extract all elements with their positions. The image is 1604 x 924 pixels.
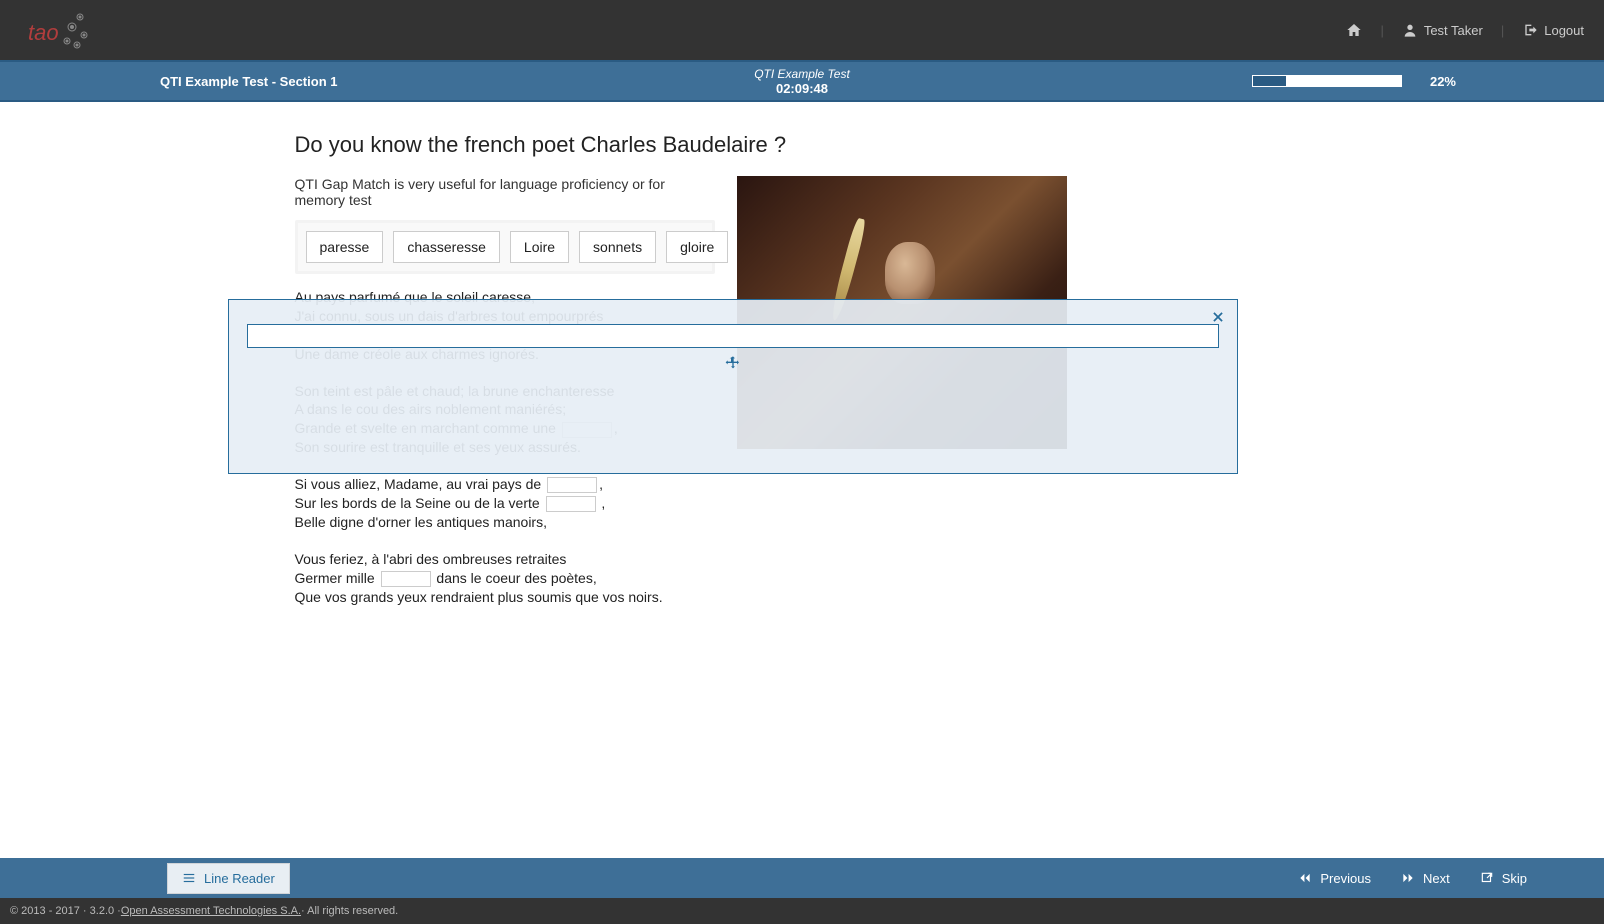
gap-choice[interactable]: sonnets (579, 231, 656, 263)
skip-icon (1480, 871, 1494, 885)
top-header: tao | Test Taker | Logout (0, 0, 1604, 60)
gap-choice[interactable]: Loire (510, 231, 569, 263)
divider: | (1501, 23, 1504, 38)
gap-choice[interactable]: chasseresse (393, 231, 500, 263)
next-label: Next (1423, 871, 1450, 886)
previous-icon (1298, 871, 1312, 885)
gap-target[interactable] (546, 496, 596, 512)
gap-target[interactable] (381, 571, 431, 587)
tao-logo[interactable]: tao (20, 5, 90, 55)
poem-line: Vous feriez, à l'abri des ombreuses retr… (295, 550, 715, 569)
timer-block: QTI Example Test 02:09:48 (754, 67, 850, 96)
home-icon (1346, 22, 1362, 38)
logout-icon (1522, 22, 1538, 38)
progress-fill (1253, 76, 1286, 86)
timer-value: 02:09:48 (754, 81, 850, 96)
user-icon (1402, 22, 1418, 38)
gap-choice[interactable]: paresse (306, 231, 384, 263)
poem-line: Que vos grands yeux rendraient plus soum… (295, 588, 715, 607)
next-icon (1401, 871, 1415, 885)
test-title: QTI Example Test (754, 67, 850, 81)
svg-text:tao: tao (28, 20, 59, 45)
logout-button[interactable]: Logout (1522, 22, 1584, 38)
user-menu[interactable]: Test Taker (1402, 22, 1483, 38)
progress-pct: 22% (1430, 74, 1456, 89)
bottom-toolbar: Line Reader Previous Next Skip (0, 858, 1604, 898)
gap-choice[interactable]: gloire (666, 231, 728, 263)
user-label: Test Taker (1424, 23, 1483, 38)
poem-line: Germer mille dans le coeur des poètes, (295, 569, 715, 588)
footer-link[interactable]: Open Assessment Technologies S.A. (121, 905, 301, 917)
poem-line: Sur les bords de la Seine ou de la verte… (295, 494, 715, 513)
close-icon (1211, 310, 1225, 324)
line-reader-move-handle[interactable] (725, 355, 741, 376)
skip-button[interactable]: Skip (1480, 871, 1527, 886)
logout-label: Logout (1544, 23, 1584, 38)
line-reader-label: Line Reader (204, 871, 275, 886)
poem-line: Si vous alliez, Madame, au vrai pays de … (295, 475, 715, 494)
question-subtitle: QTI Gap Match is very useful for languag… (295, 176, 715, 208)
copyright: © 2013 - 2017 · 3.2.0 · (10, 905, 121, 917)
divider: | (1380, 23, 1383, 38)
next-button[interactable]: Next (1401, 871, 1450, 886)
previous-label: Previous (1320, 871, 1371, 886)
line-reader-window[interactable] (247, 324, 1219, 348)
move-icon (725, 355, 741, 371)
poem-line: Belle digne d'orner les antiques manoirs… (295, 513, 715, 532)
section-title: QTI Example Test - Section 1 (160, 74, 337, 89)
previous-button[interactable]: Previous (1298, 871, 1371, 886)
gap-target[interactable] (547, 477, 597, 493)
gap-choices: paressechasseresseLoiresonnetsgloire (295, 220, 715, 274)
footer-suffix: · All rights reserved. (301, 905, 398, 917)
test-info-bar: QTI Example Test - Section 1 QTI Example… (0, 60, 1604, 102)
home-button[interactable] (1346, 22, 1362, 38)
skip-label: Skip (1502, 871, 1527, 886)
line-reader-overlay[interactable] (228, 299, 1238, 474)
footer: © 2013 - 2017 · 3.2.0 · Open Assessment … (0, 898, 1604, 924)
line-reader-icon (182, 871, 196, 885)
progress-bar (1252, 75, 1402, 87)
line-reader-button[interactable]: Line Reader (167, 863, 290, 894)
question-title: Do you know the french poet Charles Baud… (295, 132, 1055, 158)
